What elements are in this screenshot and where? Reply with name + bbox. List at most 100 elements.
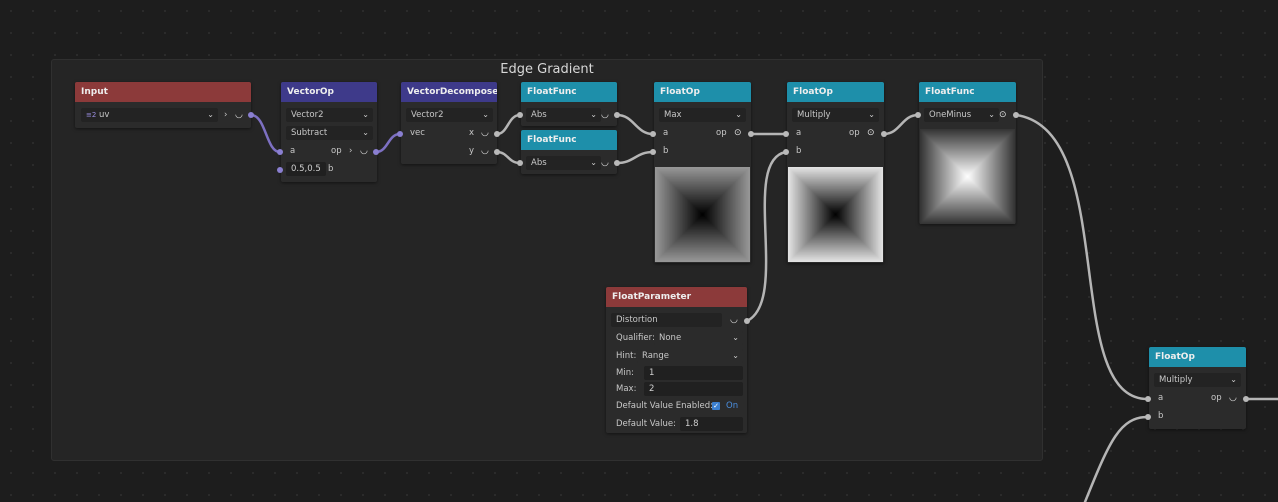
oneminus-preview-image (920, 129, 1015, 224)
max-field[interactable]: 2 (644, 382, 743, 396)
eye-icon[interactable]: ⊙ (999, 106, 1007, 124)
input-a-label: a (796, 128, 802, 138)
default-value-label: Default Value: (616, 419, 676, 429)
right-op-out-socket[interactable] (1243, 396, 1249, 402)
hint-label: Hint: (616, 351, 637, 361)
func-select[interactable]: Abs ⌄ (526, 156, 601, 170)
multiply-b-in-socket[interactable] (783, 149, 789, 155)
output-op-label: op (331, 146, 342, 156)
input-uv-out-socket[interactable] (248, 112, 254, 118)
floatop-max-node[interactable]: FloatOp Max ⌄ a op ⊙ b (654, 82, 751, 263)
param-out-socket[interactable] (744, 318, 750, 324)
floatfunc2-out-socket[interactable] (614, 160, 620, 166)
operation-select[interactable]: Max ⌄ (659, 108, 746, 122)
default-enabled-checkbox[interactable]: ✓ (712, 402, 720, 410)
chevron-down-icon: ⌄ (362, 110, 369, 119)
chevron-down-icon: ⌄ (735, 110, 742, 119)
connector-icon[interactable]: ◡ (1229, 389, 1237, 407)
chevron-down-icon: ⌄ (590, 158, 597, 167)
node-header: VectorOp (281, 82, 377, 102)
node-header: FloatFunc (521, 130, 617, 150)
output-x-label: x (469, 128, 475, 138)
eye-icon[interactable]: ⊙ (867, 124, 875, 142)
chevron-down-icon: ⌄ (732, 333, 739, 342)
chevron-down-icon: ⌄ (207, 110, 214, 119)
connector-icon[interactable]: ◡ (481, 124, 489, 142)
qualifier-select[interactable]: None ⌄ (654, 331, 743, 345)
connector-icon[interactable]: ◡ (360, 142, 368, 160)
expand-arrow[interactable]: › (349, 142, 352, 160)
parameter-name-field[interactable]: Distortion (611, 313, 722, 327)
vectorop-node[interactable]: VectorOp Vector2 ⌄ Subtract ⌄ a op › ◡ 0… (281, 82, 377, 182)
floatparameter-node[interactable]: FloatParameter Distortion ◡ Qualifier: N… (606, 287, 747, 433)
input-a-label: a (1158, 393, 1164, 403)
floatfunc-oneminus-node[interactable]: FloatFunc OneMinus ⌄ ⊙ (919, 82, 1016, 224)
vectorop-b-in-socket[interactable] (277, 167, 283, 173)
default-enabled-label: Default Value Enabled: (616, 401, 714, 411)
chevron-down-icon: ⌄ (1230, 375, 1237, 384)
b-value-field[interactable]: 0.5,0.5 (286, 162, 326, 176)
input-a-label: a (663, 128, 669, 138)
multiply-op-out-socket[interactable] (881, 131, 887, 137)
expand-arrow[interactable]: › (224, 106, 227, 124)
connector-icon[interactable]: ◡ (235, 106, 243, 124)
vector2-type-icon: ≡2 (86, 111, 97, 119)
input-node[interactable]: Input ≡2 uv ⌄ › ◡ (75, 82, 251, 128)
floatfunc-node-2[interactable]: FloatFunc Abs ⌄ ◡ (521, 130, 617, 174)
type-select[interactable]: Vector2 ⌄ (286, 108, 373, 122)
multiply-a-in-socket[interactable] (783, 131, 789, 137)
floatfunc2-in-socket[interactable] (517, 160, 523, 166)
operation-select[interactable]: Multiply ⌄ (792, 108, 879, 122)
connector-icon[interactable]: ◡ (481, 142, 489, 160)
eye-icon[interactable]: ⊙ (734, 124, 742, 142)
input-value: uv (99, 110, 110, 120)
chevron-down-icon: ⌄ (868, 110, 875, 119)
output-op-label: op (849, 128, 860, 138)
chevron-down-icon: ⌄ (590, 110, 597, 119)
default-enabled-state: On (726, 401, 739, 411)
connector-icon[interactable]: ◡ (730, 311, 738, 329)
decompose-vec-in-socket[interactable] (397, 131, 403, 137)
connector-icon[interactable]: ◡ (601, 154, 609, 172)
decompose-y-out-socket[interactable] (494, 149, 500, 155)
operation-select[interactable]: Subtract ⌄ (286, 126, 373, 140)
oneminus-in-socket[interactable] (915, 112, 921, 118)
output-y-label: y (469, 146, 475, 156)
node-header: VectorDecompose (401, 82, 497, 102)
max-a-in-socket[interactable] (650, 131, 656, 137)
min-label: Min: (616, 368, 634, 378)
default-value-field[interactable]: 1.8 (680, 417, 743, 431)
max-preview-image (655, 167, 750, 262)
input-select[interactable]: ≡2 uv ⌄ (81, 108, 218, 122)
oneminus-out-socket[interactable] (1013, 112, 1019, 118)
floatop-multiply-node[interactable]: FloatOp Multiply ⌄ a op ⊙ b (787, 82, 884, 263)
right-b-in-socket[interactable] (1145, 414, 1151, 420)
right-a-in-socket[interactable] (1145, 396, 1151, 402)
chevron-down-icon: ⌄ (362, 128, 369, 137)
func-select[interactable]: Abs ⌄ (526, 108, 601, 122)
max-b-in-socket[interactable] (650, 149, 656, 155)
hint-select[interactable]: Range ⌄ (637, 349, 743, 363)
floatfunc1-out-socket[interactable] (614, 112, 620, 118)
wire-incoming-right-b (1083, 415, 1150, 502)
node-header: FloatFunc (919, 82, 1016, 102)
operation-select[interactable]: Multiply ⌄ (1154, 373, 1241, 387)
floatfunc1-in-socket[interactable] (517, 112, 523, 118)
vectordecompose-node[interactable]: VectorDecompose Vector2 ⌄ vec x ◡ y ◡ (401, 82, 497, 164)
node-header: FloatFunc (521, 82, 617, 102)
vectorop-op-out-socket[interactable] (373, 149, 379, 155)
connector-icon[interactable]: ◡ (601, 106, 609, 124)
multiply-preview-image (788, 167, 883, 262)
input-b-label: b (796, 146, 802, 156)
floatop-right-node[interactable]: FloatOp Multiply ⌄ a op ◡ b (1149, 347, 1246, 429)
type-select[interactable]: Vector2 ⌄ (406, 108, 493, 122)
min-field[interactable]: 1 (644, 366, 743, 380)
max-op-out-socket[interactable] (748, 131, 754, 137)
input-b-label: b (663, 146, 669, 156)
floatfunc-node-1[interactable]: FloatFunc Abs ⌄ ◡ (521, 82, 617, 126)
frame-title: Edge Gradient (500, 62, 594, 77)
func-select[interactable]: OneMinus ⌄ (924, 108, 999, 122)
node-header: FloatOp (654, 82, 751, 102)
decompose-x-out-socket[interactable] (494, 131, 500, 137)
vectorop-a-in-socket[interactable] (277, 149, 283, 155)
